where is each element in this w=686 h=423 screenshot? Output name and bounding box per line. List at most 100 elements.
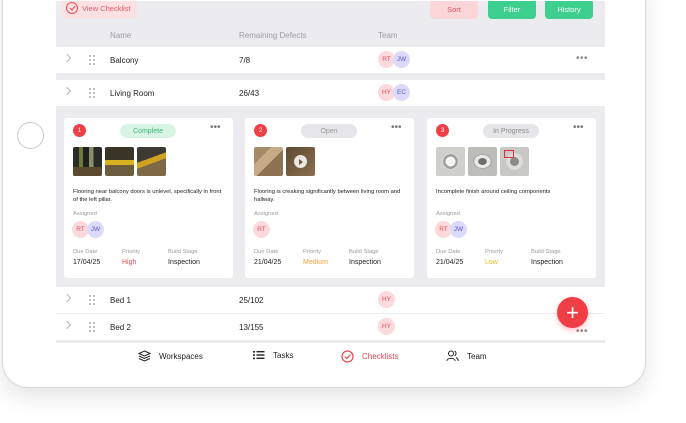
due-date-label: Due Date [436, 249, 461, 255]
view-checklist-label: View Checklist [82, 3, 131, 13]
table-row[interactable]: Balcony 7/8 RT JW ••• [56, 47, 605, 73]
filter-button[interactable]: Filter [488, 1, 536, 19]
defect-number-badge: 1 [73, 124, 86, 137]
sort-button[interactable]: Sort [430, 1, 478, 19]
priority-label: Priority [303, 249, 322, 255]
avatar[interactable]: JW [393, 51, 410, 68]
drag-handle-icon[interactable] [88, 54, 95, 66]
chevron-right-icon[interactable] [62, 53, 72, 63]
assignees: RT JW [435, 221, 467, 238]
play-icon[interactable] [294, 155, 307, 168]
avatar[interactable]: JW [87, 221, 104, 238]
defect-photo[interactable] [137, 147, 166, 176]
nav-checklists[interactable]: Checklists [341, 350, 398, 363]
defect-card[interactable]: 2 Open ••• Flooring is creaking signific… [245, 118, 414, 278]
defect-photo[interactable] [436, 147, 465, 176]
row-team: HY [378, 318, 395, 335]
nav-checklists-label: Checklists [362, 352, 399, 361]
defect-video-thumbnail[interactable] [286, 147, 315, 176]
nav-tasks-label: Tasks [273, 350, 294, 360]
build-stage-value: Inspection [531, 259, 563, 266]
defect-number-badge: 3 [436, 124, 449, 137]
avatar[interactable]: RT [253, 221, 270, 238]
defect-photo[interactable] [500, 147, 529, 176]
table-row[interactable]: Living Room 26/43 HY EC [56, 80, 605, 106]
more-options-icon[interactable]: ••• [573, 122, 584, 133]
defect-photo[interactable] [105, 147, 134, 176]
users-icon [446, 350, 459, 362]
toolbar: View Checklist Sort Filter History [56, 1, 605, 27]
assignees: RT JW [72, 221, 104, 238]
priority-value: Medium [303, 259, 328, 266]
history-button[interactable]: History [545, 1, 593, 19]
column-header-team[interactable]: Team [378, 31, 398, 40]
tablet-frame: View Checklist Sort Filter History Name … [2, 0, 646, 388]
defect-photo[interactable] [468, 147, 497, 176]
priority-label: Priority [122, 249, 141, 255]
due-date-value: 17/04/25 [73, 259, 101, 266]
photo-strip [254, 147, 315, 176]
nav-workspaces[interactable]: Workspaces [138, 350, 203, 362]
nav-team-label: Team [467, 351, 487, 361]
status-badge[interactable]: Complete [120, 124, 176, 138]
chevron-right-icon[interactable] [62, 293, 72, 303]
row-name: Living Room [110, 89, 155, 98]
status-badge[interactable]: In Progress [483, 124, 539, 138]
chevron-right-icon[interactable] [62, 320, 72, 330]
avatar[interactable]: JW [450, 221, 467, 238]
build-stage-value: Inspection [168, 259, 200, 266]
table-header: Name Remaining Defects Team [56, 27, 605, 45]
avatar[interactable]: HY [378, 318, 395, 335]
defect-card[interactable]: 3 In Progress ••• Incomplete finish arou [427, 118, 596, 278]
defect-number-badge: 2 [254, 124, 267, 137]
due-date-label: Due Date [73, 249, 98, 255]
build-stage-label: Build Stage [349, 249, 379, 255]
row-remaining-defects: 25/102 [239, 296, 264, 305]
add-button[interactable]: + [557, 297, 588, 328]
due-date-label: Due Date [254, 249, 279, 255]
app-screen: View Checklist Sort Filter History Name … [56, 1, 605, 369]
drag-handle-icon[interactable] [88, 321, 95, 333]
defect-photo[interactable] [254, 147, 283, 176]
defect-photo[interactable] [73, 147, 102, 176]
assigned-label: Assigned [73, 211, 97, 217]
build-stage-value: Inspection [349, 259, 381, 266]
assignees: RT [253, 221, 270, 238]
chevron-right-icon[interactable] [62, 86, 72, 96]
row-name: Balcony [110, 56, 139, 65]
more-options-icon[interactable]: ••• [576, 326, 588, 337]
column-header-remaining-defects[interactable]: Remaining Defects [239, 31, 307, 40]
nav-team[interactable]: Team [446, 350, 487, 362]
avatar[interactable]: EC [393, 84, 410, 101]
priority-label: Priority [485, 249, 504, 255]
home-button[interactable] [17, 122, 44, 149]
photo-strip [73, 147, 166, 176]
layers-icon [138, 350, 151, 362]
drag-handle-icon[interactable] [88, 87, 95, 99]
defect-cards-panel: 1 Complete ••• Flooring near balcony doo… [56, 107, 605, 283]
table-row[interactable]: Bed 2 13/155 HY ••• [56, 314, 605, 340]
due-date-value: 21/04/25 [254, 259, 282, 266]
more-options-icon[interactable]: ••• [576, 53, 588, 64]
more-options-icon[interactable]: ••• [210, 122, 221, 133]
check-circle-icon [341, 350, 354, 363]
checklist-icon [66, 2, 78, 14]
row-remaining-defects: 13/155 [239, 323, 264, 332]
row-name: Bed 2 [110, 323, 131, 332]
table-row[interactable]: Bed 1 25/102 HY [56, 287, 605, 313]
priority-value: Low [485, 259, 498, 266]
nav-tasks[interactable]: Tasks [253, 350, 293, 360]
status-badge[interactable]: Open [301, 124, 357, 138]
drag-handle-icon[interactable] [88, 294, 95, 306]
defect-card[interactable]: 1 Complete ••• Flooring near balcony doo… [64, 118, 233, 278]
build-stage-label: Build Stage [531, 249, 561, 255]
row-remaining-defects: 7/8 [239, 56, 251, 65]
assigned-label: Assigned [436, 211, 460, 217]
list-icon [253, 351, 265, 360]
view-checklist-button[interactable]: View Checklist [62, 1, 137, 18]
column-header-name[interactable]: Name [110, 31, 131, 40]
row-remaining-defects: 26/43 [239, 89, 260, 98]
build-stage-label: Build Stage [168, 249, 198, 255]
avatar[interactable]: HY [378, 291, 395, 308]
more-options-icon[interactable]: ••• [391, 122, 402, 133]
